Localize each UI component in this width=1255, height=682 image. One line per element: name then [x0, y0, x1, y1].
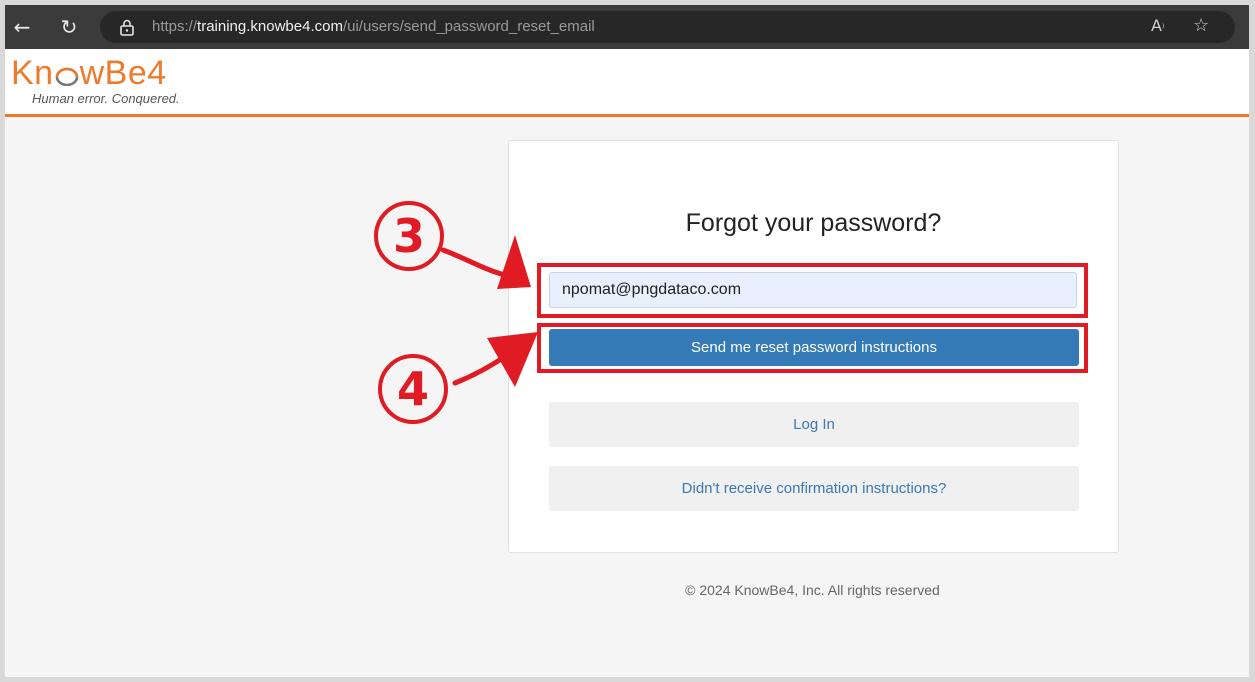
step-4-arrow-icon [452, 332, 538, 387]
read-aloud-icon[interactable]: A⁾ [1151, 16, 1164, 35]
step-3-arrow-icon [440, 235, 531, 289]
favorite-star-icon[interactable]: ☆ [1193, 15, 1209, 36]
page-title: Forgot your password? [685, 209, 942, 237]
address-bar[interactable]: https://training.knowbe4.com/ui/users/se… [100, 11, 1235, 43]
step-3-marker: 3 [374, 201, 444, 271]
site-header: Kn wBe4 Human error. Conquered. [5, 49, 1249, 117]
url-path: /ui/users/send_password_reset_email [342, 18, 595, 35]
copyright-text: © 2024 KnowBe4, Inc. All rights reserved [685, 582, 940, 598]
logo-tagline: Human error. Conquered. [32, 91, 180, 106]
browser-window: ← ↻ https://training.knowbe4.com/ui/user… [5, 5, 1249, 677]
button-highlight-box [537, 323, 1088, 373]
step-4-marker: 4 [378, 354, 448, 424]
email-highlight-box [537, 263, 1088, 318]
logo-eye-icon [55, 67, 78, 86]
login-button[interactable]: Log In [549, 402, 1079, 447]
knowbe4-logo[interactable]: Kn wBe4 [11, 56, 167, 90]
lock-icon[interactable] [118, 18, 136, 36]
logo-text-end: wBe4 [79, 54, 167, 92]
url-scheme: https:// [152, 18, 198, 35]
logo-text-start: Kn [11, 54, 54, 92]
url-host: training.knowbe4.com [197, 18, 343, 35]
refresh-icon[interactable]: ↻ [56, 14, 82, 40]
back-arrow-icon[interactable]: ← [9, 14, 35, 40]
url-text: https://training.knowbe4.com/ui/users/se… [152, 18, 595, 35]
resend-confirmation-button[interactable]: Didn't receive confirmation instructions… [549, 466, 1079, 511]
browser-toolbar: ← ↻ https://training.knowbe4.com/ui/user… [5, 5, 1249, 49]
